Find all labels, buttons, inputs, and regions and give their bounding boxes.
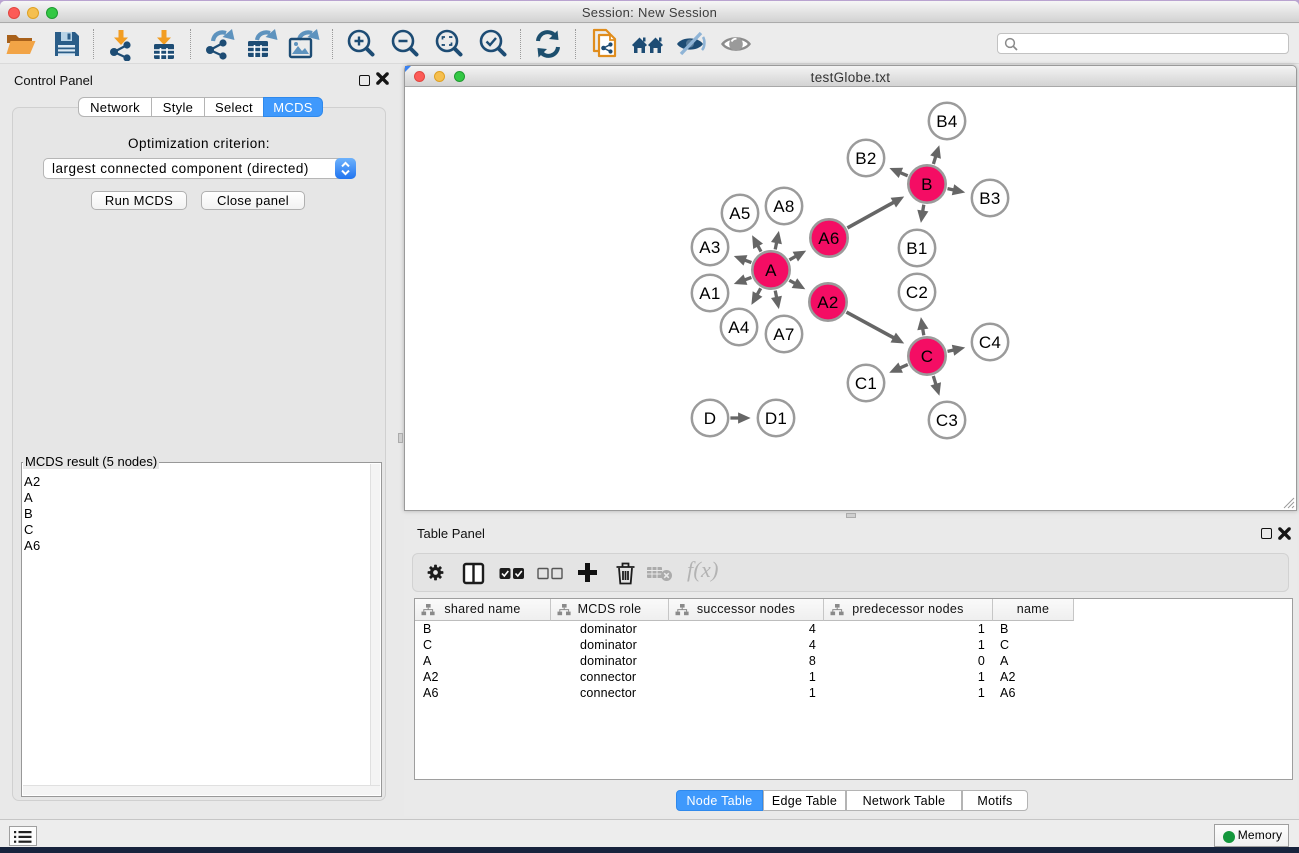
svg-text:A4: A4: [728, 318, 749, 337]
svg-text:B1: B1: [906, 239, 927, 258]
svg-text:B2: B2: [855, 149, 876, 168]
svg-text:A3: A3: [699, 238, 720, 257]
svg-text:C1: C1: [855, 374, 877, 393]
svg-text:B4: B4: [936, 112, 957, 131]
svg-text:B3: B3: [979, 189, 1000, 208]
svg-text:A5: A5: [729, 204, 750, 223]
svg-text:A1: A1: [699, 284, 720, 303]
svg-text:D1: D1: [765, 409, 787, 428]
svg-text:A8: A8: [773, 197, 794, 216]
svg-text:C: C: [921, 347, 934, 366]
svg-text:B: B: [921, 175, 933, 194]
svg-text:D: D: [704, 409, 717, 428]
svg-text:C4: C4: [979, 333, 1001, 352]
svg-text:A6: A6: [818, 229, 839, 248]
svg-text:A7: A7: [773, 325, 794, 344]
svg-text:C2: C2: [906, 283, 928, 302]
svg-text:A: A: [765, 261, 777, 280]
svg-text:A2: A2: [817, 293, 838, 312]
svg-text:C3: C3: [936, 411, 958, 430]
